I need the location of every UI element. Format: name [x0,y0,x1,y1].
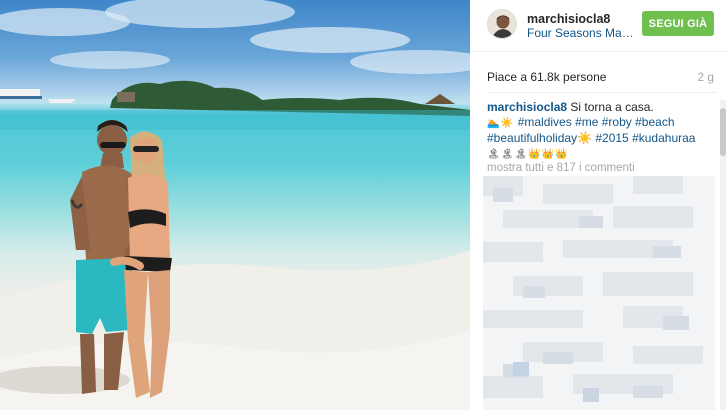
divider [487,92,717,93]
show-all-comments-link[interactable]: mostra tutti e 817 i commenti [487,162,635,174]
caption-emoji: 🏊☀️ [487,117,518,129]
comments-list-blurred [483,176,715,410]
post-time[interactable]: 2 g [697,70,714,84]
caption-username[interactable]: marchisiocla8 [487,100,567,114]
avatar[interactable] [487,9,517,39]
hashtag-me[interactable]: #me [575,115,598,129]
hashtag-beach[interactable]: #beach [635,115,674,129]
username-link[interactable]: marchisiocla8 [527,12,610,26]
hashtag-roby[interactable]: #roby [602,115,632,129]
post-header: marchisiocla8 Four Seasons Maldives at K… [470,0,728,52]
scrollbar-thumb[interactable] [720,108,726,156]
hashtag-2015[interactable]: #2015 [595,131,628,145]
beach-photo-illustration [0,0,470,410]
hashtag-maldives[interactable]: #maldives [518,115,572,129]
following-button[interactable]: SEGUI GIÀ [642,11,714,36]
location-link[interactable]: Four Seasons Maldives at Kuda Huraa [527,26,635,40]
caption-text: Si torna a casa. [570,100,654,114]
profile-photo-icon [488,10,516,38]
caption-emoji-line-2: 🏝🏝🏝👑👑👑 [487,148,569,160]
hashtag-kudahuraa[interactable]: #kudahuraa [632,131,695,145]
likes-count[interactable]: Piace a 61.8k persone [487,70,606,84]
comments-scrollbar[interactable] [720,100,726,410]
pixelated-comments [483,176,715,410]
post-photo[interactable] [0,0,470,410]
post-details-panel: marchisiocla8 Four Seasons Maldives at K… [470,0,728,410]
caption: marchisiocla8 Si torna a casa. 🏊☀️ #mald… [487,100,719,162]
hashtag-beautifulholiday[interactable]: #beautifulholiday☀️ [487,131,592,145]
